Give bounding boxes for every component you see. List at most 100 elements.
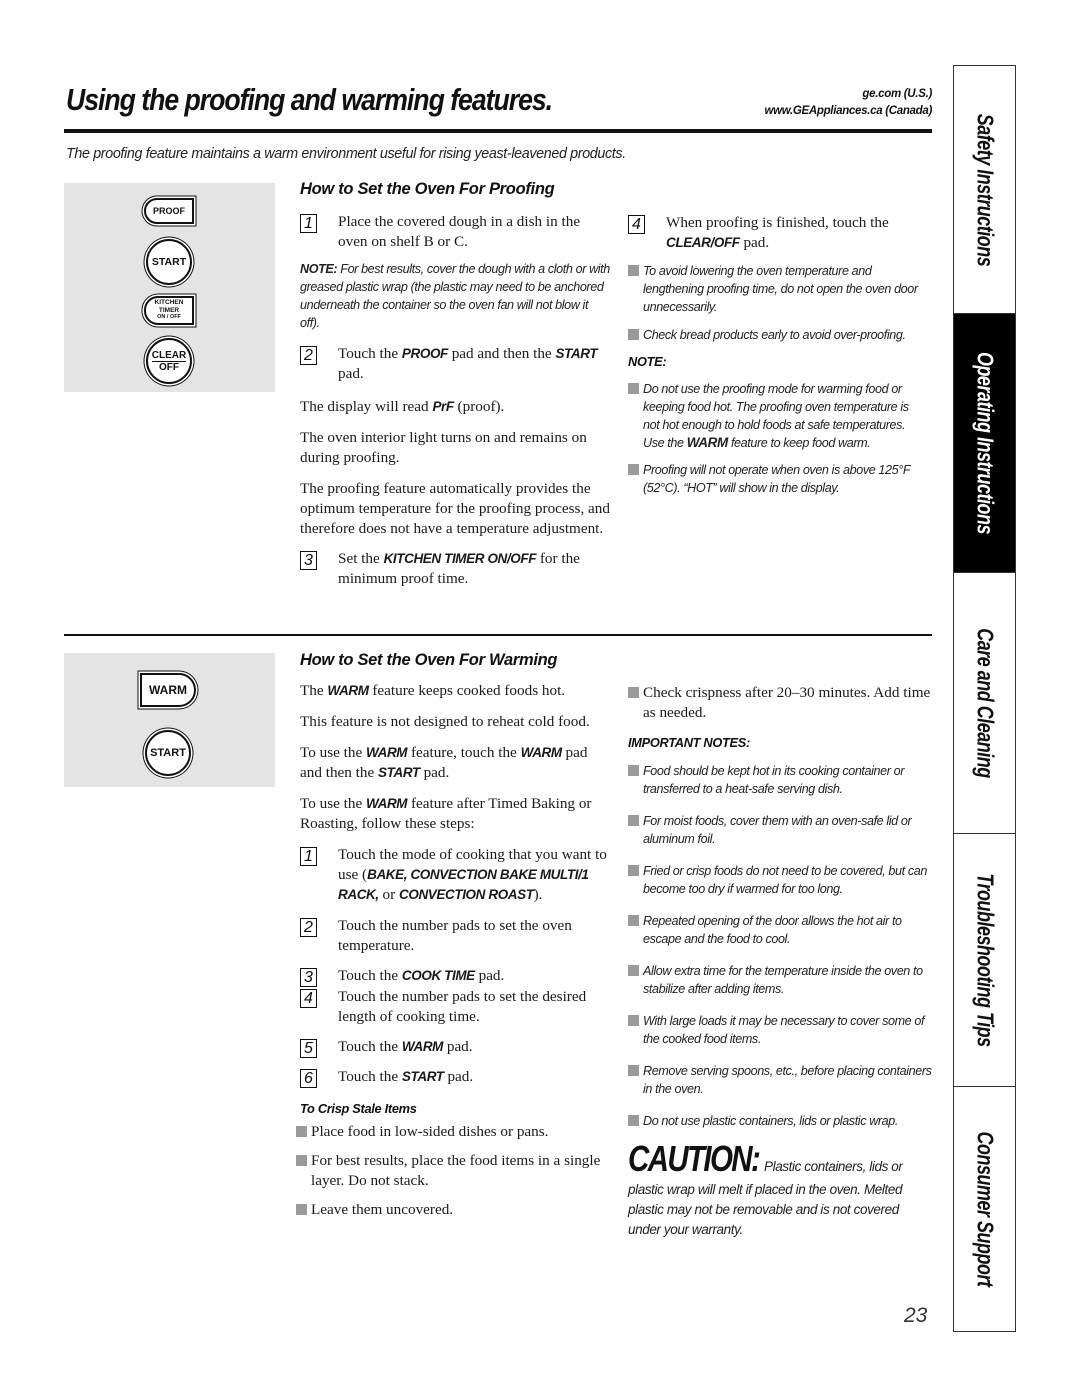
step-text: When proofing is finished, touch the (666, 214, 889, 231)
crisp-item: Check crispness after 20–30 minutes. Add… (628, 683, 932, 723)
step-text: Touch the (338, 1038, 402, 1055)
important-note: With large loads it may be necessary to … (628, 1012, 932, 1048)
start-pad-label: START (151, 256, 187, 268)
start-pad-label: START (150, 747, 186, 759)
step-text: Set the (338, 550, 384, 567)
display-text: The display will read PrF (proof). (300, 397, 610, 417)
proofing-tip: Check bread products early to avoid over… (628, 326, 928, 344)
important-notes-heading: IMPORTANT NOTES: (628, 735, 750, 750)
step-number: 1 (300, 214, 317, 233)
warm-pad-label: WARM (149, 683, 187, 697)
step-number: 4 (300, 989, 317, 1008)
step-text: pad. (338, 365, 364, 382)
page-title: Using the proofing and warming features. (66, 82, 553, 117)
warming-step-5: 5 Touch the WARM pad. (300, 1037, 610, 1058)
tab-troubleshooting-tips[interactable]: Troubleshooting Tips (954, 834, 1015, 1087)
warm-pad[interactable]: WARM (140, 673, 196, 707)
proofing-step-1: 1 Place the covered dough in a dish in t… (300, 212, 610, 252)
text: feature keeps cooked foods hot. (368, 682, 566, 699)
proofing-note-item: Do not use the proofing mode for warming… (628, 380, 928, 452)
step-text: pad and then the (447, 345, 556, 362)
proofing-pads-illustration: PROOF START KITCHEN TIMER ON / OFF CLEAR… (64, 183, 275, 392)
tab-label: Troubleshooting Tips (972, 873, 998, 1047)
text: To use the (300, 795, 366, 812)
important-note: Repeated opening of the door allows the … (628, 912, 932, 948)
section-divider (64, 634, 932, 636)
warming-heading: How to Set the Oven For Warming (300, 651, 558, 669)
website-links: ge.com (U.S.) www.GEAppliances.ca (Canad… (764, 86, 932, 120)
step-text: or (378, 886, 399, 903)
tab-care-and-cleaning[interactable]: Care and Cleaning (954, 573, 1015, 834)
warming-step-2: 2 Touch the number pads to set the oven … (300, 916, 610, 956)
proofing-heading: How to Set the Oven For Proofing (300, 180, 555, 198)
header-rule (64, 129, 932, 133)
kitchen-timer-pad[interactable]: KITCHEN TIMER ON / OFF (144, 296, 194, 325)
start-pad[interactable]: START (145, 730, 191, 776)
proofing-column-left: How to Set the Oven For Proofing 1 Place… (300, 180, 610, 589)
warming-column-left: How to Set the Oven For Warming The WARM… (296, 651, 610, 1220)
kitchen-timer-label-3: ON / OFF (157, 314, 181, 321)
important-note: Fried or crisp foods do not need to be c… (628, 862, 932, 898)
prf-keyword: PrF (432, 399, 454, 414)
caution-block: CAUTION: Plastic containers, lids or pla… (628, 1138, 932, 1240)
note-text: feature to keep food warm. (727, 436, 871, 450)
proofing-tip: To avoid lowering the oven temperature a… (628, 262, 928, 316)
step-number: 5 (300, 1039, 317, 1058)
warm-keyword: WARM (327, 683, 369, 698)
step-number: 3 (300, 551, 317, 570)
step-number: 6 (300, 1069, 317, 1088)
step-text: Touch the (338, 1068, 402, 1085)
proofing-note: NOTE: For best results, cover the dough … (300, 260, 610, 332)
warming-column-right: Check crispness after 20–30 minutes. Add… (628, 683, 932, 1240)
warm-keyword: WARM (401, 1039, 444, 1054)
page-number: 23 (904, 1304, 928, 1327)
note-label: NOTE: (300, 262, 338, 276)
tab-label: Operating Instructions (972, 351, 998, 535)
caution-label: CAUTION: (628, 1138, 761, 1179)
proofing-step-3: 3 Set the KITCHEN TIMER ON/OFF for the m… (300, 549, 610, 589)
tab-label: Care and Cleaning (972, 628, 998, 778)
text: The (300, 682, 328, 699)
warm-keyword: WARM (366, 796, 408, 811)
step-text: pad. (443, 1038, 473, 1055)
tab-label: Consumer Support (972, 1131, 998, 1286)
proof-pad-label: PROOF (152, 206, 185, 216)
proofing-step-4: 4 When proofing is finished, touch the C… (628, 213, 928, 253)
important-note: Food should be kept hot in its cooking c… (628, 762, 932, 798)
tab-consumer-support[interactable]: Consumer Support (954, 1087, 1015, 1330)
step-text: pad. (739, 234, 770, 251)
text: feature, touch the (407, 744, 521, 761)
tab-safety-instructions[interactable]: Safety Instructions (954, 66, 1015, 314)
important-note: Do not use plastic containers, lids or p… (628, 1112, 932, 1130)
kitchen-timer-label-2: TIMER (158, 306, 180, 314)
proofing-note-item: Proofing will not operate when oven is a… (628, 461, 928, 497)
site-canada-link[interactable]: www.GEAppliances.ca (Canada) (764, 103, 932, 120)
proof-pad[interactable]: PROOF (144, 198, 194, 224)
proofing-column-right: 4 When proofing is finished, touch the C… (628, 213, 928, 497)
warm-keyword: WARM (686, 435, 729, 450)
site-us-link[interactable]: ge.com (U.S.) (764, 86, 932, 103)
auto-temp-text: The proofing feature automatically provi… (300, 480, 610, 537)
warming-step-1: 1 Touch the mode of cooking that you wan… (300, 845, 610, 905)
proof-keyword: PROOF (401, 346, 448, 361)
step-text: Touch the number pads to set the oven te… (338, 917, 572, 954)
step-number: 4 (628, 215, 645, 234)
clear-off-pad[interactable]: CLEAR OFF (146, 338, 192, 384)
warm-intro: The WARM feature keeps cooked foods hot. (300, 681, 610, 701)
start-keyword: START (401, 1069, 444, 1084)
text: To use the (300, 744, 366, 761)
start-pad[interactable]: START (146, 239, 192, 285)
warm-not-reheat: This feature is not designed to reheat c… (300, 713, 590, 730)
warming-pads-illustration: WARM START (64, 653, 275, 787)
proofing-step-2: 2 Touch the PROOF pad and then the START… (300, 344, 610, 384)
intro-text: The proofing feature maintains a warm en… (66, 146, 626, 162)
kitchen-timer-keyword: KITCHEN TIMER ON/OFF (383, 551, 537, 566)
warm-keyword: WARM (520, 745, 563, 760)
tab-label: Safety Instructions (972, 113, 998, 266)
start-keyword: START (555, 346, 598, 361)
tab-operating-instructions[interactable]: Operating Instructions (954, 314, 1015, 573)
step-number: 3 (300, 968, 317, 987)
step-number: 2 (300, 918, 317, 937)
display-pre: The display will read (300, 398, 433, 415)
warm-keyword: WARM (366, 745, 408, 760)
